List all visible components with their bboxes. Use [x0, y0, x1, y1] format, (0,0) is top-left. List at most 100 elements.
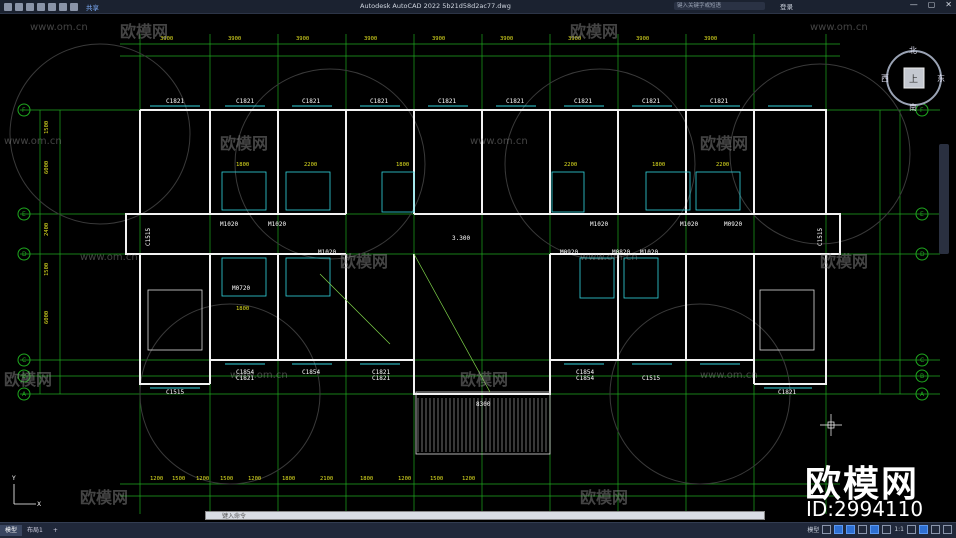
door-label: M1020 — [268, 221, 286, 228]
ucs-y-label: Y — [11, 475, 16, 482]
door-label: M1020 — [318, 249, 336, 256]
navigation-bar[interactable] — [939, 144, 949, 254]
viewcube[interactable]: 北 南 东 西 上 — [880, 44, 948, 112]
window-label: C1854 — [576, 375, 594, 382]
dimension-side: 2400 — [44, 223, 50, 236]
polar-icon[interactable] — [858, 525, 868, 534]
dimension-bottom: 1800 — [282, 476, 295, 482]
redo-icon[interactable] — [70, 2, 78, 11]
tab-model[interactable]: 模型 — [0, 525, 23, 536]
watermark-id: ID:2994110 — [806, 497, 924, 521]
door-label: M0920 — [560, 249, 578, 256]
dimension-side: 6000 — [44, 161, 50, 174]
door-label: M1020 — [680, 221, 698, 228]
customize-icon[interactable] — [943, 525, 952, 534]
window-label: C1515 — [166, 389, 184, 396]
window-label: C1854 — [302, 369, 320, 376]
lineweight-icon[interactable] — [882, 525, 892, 534]
watermark-url: www.om.cn — [580, 252, 638, 263]
window-label: C1821 — [438, 98, 456, 105]
crosshair-cursor — [820, 414, 842, 436]
undo-icon[interactable] — [59, 2, 67, 11]
snap-icon[interactable] — [834, 525, 844, 534]
title-bar: 共享 Autodesk AutoCAD 2022 5b21d58d2ac77.d… — [0, 0, 956, 14]
elevation-label: 3.300 — [452, 235, 470, 242]
compass-south[interactable]: 南 — [909, 102, 917, 113]
dimension-bottom: 2100 — [320, 476, 333, 482]
window-label: C1821 — [302, 98, 320, 105]
side-window-label: C1515 — [817, 228, 824, 246]
close-icon[interactable]: ✕ — [945, 0, 952, 9]
dimension-bottom: 1200 — [462, 476, 475, 482]
command-line-input[interactable]: 键入命令 — [205, 511, 765, 520]
window-controls: — ▢ ✕ — [910, 0, 952, 9]
axis-marker-label: A — [22, 391, 27, 398]
room-dimension: 1800 — [236, 162, 249, 168]
axis-markers-left: FEDCBA — [17, 103, 31, 401]
dimension-side: 6000 — [44, 311, 50, 324]
osnap-icon[interactable] — [870, 525, 880, 534]
login-button[interactable]: 登录 — [780, 1, 793, 11]
dimension-top: 3900 — [500, 36, 513, 42]
room-dimension: 1800 — [396, 162, 409, 168]
watermark-url: www.om.cn — [230, 370, 288, 381]
annotation-scale[interactable]: 1:1 — [894, 526, 904, 533]
room-dimension: 2200 — [564, 162, 577, 168]
watermark-text: 欧模网 — [220, 134, 269, 153]
status-tools: 模型 1:1 — [807, 525, 952, 534]
watermark-text: 欧模网 — [700, 134, 749, 153]
ucs-icon — [13, 484, 36, 505]
axis-marker-label: B — [920, 373, 924, 380]
window-label: C1821 — [236, 98, 254, 105]
door-label: M1020 — [220, 221, 238, 228]
door-label: M1020 — [590, 221, 608, 228]
open-icon[interactable] — [15, 2, 23, 11]
door-label: M0920 — [724, 221, 742, 228]
tab-layout1[interactable]: 布局1 — [22, 525, 48, 536]
settings-icon[interactable] — [907, 525, 916, 534]
share-button[interactable]: 共享 — [86, 2, 99, 12]
compass-north[interactable]: 北 — [909, 45, 917, 56]
saveas-icon[interactable] — [37, 2, 45, 11]
room-dimension: 1800 — [652, 162, 665, 168]
watermark-url: www.om.cn — [80, 252, 138, 263]
add-layout-button[interactable]: + — [48, 525, 63, 536]
axis-marker-label: E — [22, 211, 26, 218]
axis-marker-label: D — [920, 251, 925, 258]
axis-marker-label: D — [22, 251, 27, 258]
new-icon[interactable] — [4, 2, 12, 11]
dimension-bottom: 1200 — [248, 476, 261, 482]
watermark-url: www.om.cn — [470, 136, 528, 147]
floor-plan: FEDCBA FEDCBA C1821 C1821 C1821 C1821 C1821 C… — [9, 34, 940, 514]
dimension-bottom: 1500 — [172, 476, 185, 482]
maximize-icon[interactable]: ▢ — [928, 0, 936, 9]
minimize-icon[interactable]: — — [910, 0, 918, 9]
isolate-icon[interactable] — [919, 525, 928, 534]
window-label: C1821 — [642, 98, 660, 105]
viewcube-top-face[interactable]: 上 — [909, 72, 918, 85]
door-label: M1020 — [640, 249, 658, 256]
dimension-top: 3900 — [296, 36, 309, 42]
side-window-label: C1515 — [145, 228, 152, 246]
save-icon[interactable] — [26, 2, 34, 11]
dimension-bottom: 1800 — [360, 476, 373, 482]
print-icon[interactable] — [48, 2, 56, 11]
entrance-label: 8300 — [476, 401, 491, 408]
dimension-top: 3900 — [228, 36, 241, 42]
drawing-canvas[interactable]: FEDCBA FEDCBA C1821 C1821 C1821 C1821 C1821 C… — [0, 14, 956, 522]
model-space-label[interactable]: 模型 — [807, 525, 819, 534]
window-label: C1821 — [372, 375, 390, 382]
window-label: C1515 — [642, 375, 660, 382]
watermark-text: 欧模网 — [120, 22, 169, 41]
dimension-bottom: 1200 — [398, 476, 411, 482]
grid-icon[interactable] — [822, 525, 832, 534]
watermark-text: 欧模网 — [4, 370, 53, 389]
ortho-icon[interactable] — [846, 525, 856, 534]
status-bar: 模型 布局1 + 模型 1:1 — [0, 522, 956, 538]
room-dimension: 1800 — [236, 306, 249, 312]
room-dimension: 2200 — [716, 162, 729, 168]
search-input[interactable]: 键入关键字或短语 — [674, 2, 765, 10]
compass-east[interactable]: 东 — [937, 73, 945, 84]
fullscreen-icon[interactable] — [931, 525, 940, 534]
compass-west[interactable]: 西 — [881, 73, 889, 84]
